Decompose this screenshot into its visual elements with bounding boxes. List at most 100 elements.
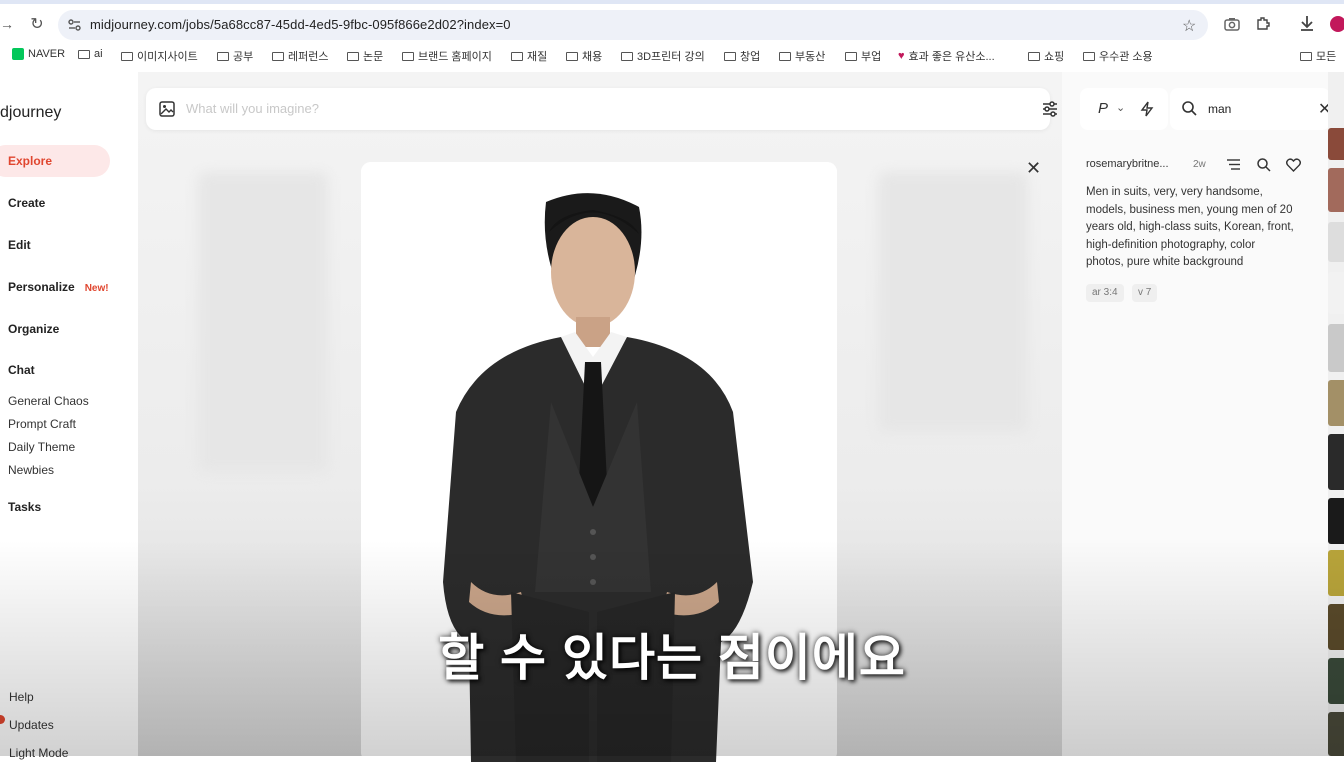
close-image-button[interactable]: ✕: [1026, 158, 1041, 179]
nav-updates[interactable]: Updates: [9, 718, 54, 732]
folder-icon: [402, 51, 414, 61]
bookmark-folder[interactable]: 공부: [217, 48, 253, 64]
bookmark-label: 3D프린터 강의: [637, 51, 705, 63]
personalize-mode-label[interactable]: P: [1098, 100, 1108, 117]
bookmark-folder[interactable]: 채용: [566, 48, 602, 64]
bookmark-label: 쇼핑: [1044, 51, 1065, 63]
search-value[interactable]: man: [1208, 102, 1231, 116]
bookmark-label: 부업: [861, 51, 882, 63]
bookmark-folder[interactable]: 우수관 소용: [1083, 48, 1153, 64]
back-arrow-icon[interactable]: →: [0, 16, 14, 32]
bookmark-label: 이미지사이트: [137, 51, 198, 63]
like-heart-icon[interactable]: [1286, 158, 1301, 172]
thumbnail[interactable]: [1328, 712, 1344, 756]
bookmark-folder[interactable]: 창업: [724, 48, 760, 64]
lightning-icon[interactable]: [1140, 101, 1154, 117]
nav-personalize-label: Personalize: [8, 280, 75, 294]
nav-help[interactable]: Help: [9, 690, 34, 704]
settings-sliders-icon[interactable]: [1042, 101, 1058, 117]
extensions-icon[interactable]: [1256, 16, 1271, 31]
bookmark-label: 논문: [363, 51, 384, 63]
chat-room-newbies[interactable]: Newbies: [8, 463, 54, 477]
nav-personalize[interactable]: Personalize New!: [8, 280, 109, 294]
bookmark-folder[interactable]: 쇼핑: [1028, 48, 1064, 64]
nav-create[interactable]: Create: [8, 196, 45, 210]
bookmark-folder[interactable]: 논문: [347, 48, 383, 64]
site-settings-icon[interactable]: [68, 19, 81, 31]
nav-chat[interactable]: Chat: [8, 363, 35, 377]
address-bar[interactable]: midjourney.com/jobs/5a68cc87-45dd-4ed5-9…: [58, 10, 1208, 40]
chat-room-general-chaos[interactable]: General Chaos: [8, 394, 89, 408]
folder-icon: [1028, 51, 1040, 61]
camera-icon[interactable]: [1224, 17, 1240, 31]
bookmark-all-folder[interactable]: 모든: [1300, 48, 1336, 64]
folder-icon: [347, 51, 359, 61]
thumbnail[interactable]: [1328, 498, 1344, 544]
thumbnail[interactable]: [1328, 222, 1344, 262]
bookmark-folder[interactable]: 부업: [845, 48, 881, 64]
updates-dot: [0, 715, 5, 724]
bookmark-star-icon[interactable]: ☆: [1182, 16, 1196, 36]
folder-icon: [621, 51, 633, 61]
aspect-ratio-tag[interactable]: ar 3:4: [1086, 284, 1124, 302]
bookmark-folder[interactable]: 레퍼런스: [272, 48, 328, 64]
brand-logo-text[interactable]: djourney: [0, 104, 61, 122]
download-icon[interactable]: [1299, 15, 1315, 32]
nav-explore[interactable]: Explore: [8, 154, 52, 168]
imagine-search-bar[interactable]: What will you imagine?: [146, 88, 1057, 130]
nav-light-mode[interactable]: Light Mode: [9, 746, 68, 760]
menu-lines-icon[interactable]: [1227, 159, 1240, 170]
thumbnail[interactable]: [1328, 550, 1344, 596]
bookmark-folder[interactable]: 이미지사이트: [121, 48, 198, 64]
bookmark-folder[interactable]: 브랜드 홈페이지: [402, 48, 492, 64]
bookmark-folder[interactable]: 부동산: [779, 48, 825, 64]
folder-icon: [724, 51, 736, 61]
blurred-thumbnail: [198, 172, 328, 472]
thumbnail[interactable]: [1328, 324, 1344, 372]
nav-organize[interactable]: Organize: [8, 322, 59, 336]
bookmark-folder[interactable]: 3D프린터 강의: [621, 48, 705, 64]
profile-avatar[interactable]: [1330, 16, 1344, 32]
url-text[interactable]: midjourney.com/jobs/5a68cc87-45dd-4ed5-9…: [90, 17, 511, 32]
chevron-down-icon[interactable]: ⌄: [1116, 101, 1125, 114]
search-icon: [1182, 101, 1197, 116]
bookmark-label: ai: [94, 48, 103, 60]
bookmark-label: 효과 좋은 유산소...: [908, 51, 995, 63]
image-search-field[interactable]: man ✕: [1170, 88, 1331, 130]
bookmark-label: 레퍼런스: [288, 51, 329, 63]
version-tag[interactable]: v 7: [1132, 284, 1158, 302]
folder-icon: [78, 49, 90, 59]
chat-room-prompt-craft[interactable]: Prompt Craft: [8, 417, 76, 431]
bookmark-label: 우수관 소용: [1099, 51, 1153, 63]
thumbnail[interactable]: [1328, 168, 1344, 212]
folder-icon: [217, 51, 229, 61]
folder-icon: [511, 51, 523, 61]
bookmark-label: 창업: [740, 51, 761, 63]
folder-icon: [272, 51, 284, 61]
tab-strip-edge: [0, 0, 1344, 4]
thumbnail[interactable]: [1328, 272, 1344, 314]
nav-tasks[interactable]: Tasks: [8, 500, 41, 514]
image-upload-icon[interactable]: [159, 101, 175, 117]
thumbnail[interactable]: [1328, 128, 1344, 160]
bookmark-label: 채용: [582, 51, 603, 63]
bookmark-naver[interactable]: NAVER: [12, 48, 65, 60]
bookmark-heart[interactable]: ♥ 효과 좋은 유산소...: [898, 48, 995, 64]
thumbnail[interactable]: [1328, 434, 1344, 490]
prompt-text[interactable]: Men in suits, very, very handsome, model…: [1086, 184, 1296, 272]
video-subtitle: 할 수 있다는 점이에요: [438, 630, 906, 686]
bookmark-folder[interactable]: ai: [78, 48, 103, 60]
search-similar-icon[interactable]: [1257, 158, 1271, 172]
thumbnail[interactable]: [1328, 380, 1344, 426]
chat-room-daily-theme[interactable]: Daily Theme: [8, 440, 75, 454]
bookmark-label: NAVER: [28, 48, 66, 60]
folder-icon: [1083, 51, 1095, 61]
folder-icon: [121, 51, 133, 61]
folder-icon: [566, 51, 578, 61]
bookmark-folder[interactable]: 재질: [511, 48, 547, 64]
nav-edit[interactable]: Edit: [8, 238, 31, 252]
author-name[interactable]: rosemarybritne...: [1086, 158, 1169, 170]
post-age: 2w: [1193, 159, 1206, 170]
bookmark-label: 부동산: [795, 51, 826, 63]
reload-icon[interactable]: ↻: [28, 14, 46, 34]
